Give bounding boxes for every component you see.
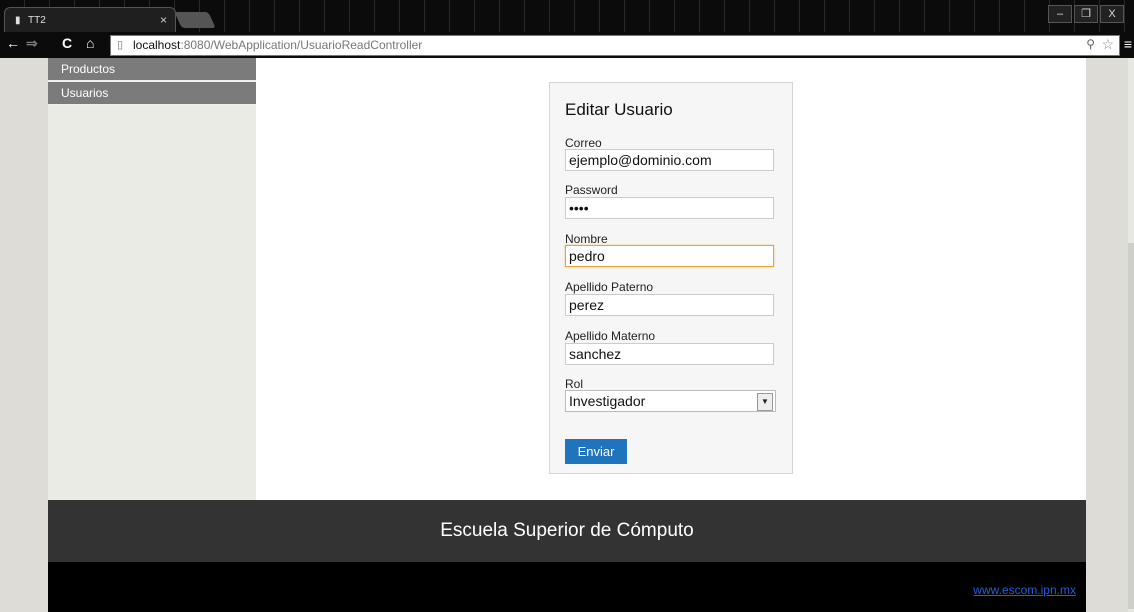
maximize-button[interactable]: ❐ [1074,5,1098,23]
sidebar-item-productos[interactable]: Productos [48,58,256,82]
tab-title: TT2 [28,15,46,26]
sidebar-item-usuarios[interactable]: Usuarios [48,82,256,106]
rol-selected-value: Investigador [569,393,646,409]
zoom-icon[interactable]: ⚲ [1086,37,1095,51]
new-tab-button[interactable] [174,12,216,28]
chevron-down-icon[interactable]: ▼ [757,393,773,411]
browser-toolbar: ← ⇒ C ⌂ ▯ localhost:8080/WebApplication/… [0,32,1134,58]
url-host: localhost [133,38,181,52]
scrollbar[interactable] [1128,58,1134,612]
reload-icon[interactable]: C [62,35,72,51]
back-icon[interactable]: ← [6,35,20,51]
apellido-materno-input[interactable]: sanchez [565,343,774,365]
enviar-button[interactable]: Enviar [565,439,627,464]
footer-title: Escuela Superior de Cómputo [440,520,694,541]
browser-tab[interactable]: ▮ TT2 × [4,7,176,33]
rol-select[interactable]: Investigador ▼ [565,390,776,412]
bookmark-star-icon[interactable]: ☆ [1101,36,1114,53]
page-icon: ▯ [117,39,124,51]
apellido-materno-label: Apellido Materno [565,329,656,343]
nombre-label: Nombre [565,232,608,246]
window-controls: – ❐ X [1048,5,1124,23]
page-icon: ▮ [15,15,21,26]
form-title: Editar Usuario [565,100,673,119]
url-path: :8080/WebApplication/UsuarioReadControll… [180,38,423,52]
password-input[interactable]: •••• [565,197,774,219]
tab-close-icon[interactable]: × [160,13,167,27]
forward-icon[interactable]: ⇒ [26,35,38,52]
browser-tabstrip: ▮ TT2 × – ❐ X [0,0,1134,33]
home-icon[interactable]: ⌂ [86,35,94,51]
footer-bottom: www.escom.ipn.mx [48,562,1086,612]
apellido-paterno-label: Apellido Paterno [565,280,654,294]
rol-label: Rol [565,377,584,391]
nombre-input[interactable]: pedro [565,245,774,267]
footer-banner: Escuela Superior de Cómputo [48,500,1086,562]
footer-link[interactable]: www.escom.ipn.mx [973,583,1076,597]
minimize-button[interactable]: – [1048,5,1072,23]
edit-user-form: Editar Usuario Correo ejemplo@dominio.co… [549,82,793,474]
address-bar[interactable]: ▯ localhost:8080/WebApplication/UsuarioR… [110,35,1120,56]
correo-input[interactable]: ejemplo@dominio.com [565,149,774,171]
scrollbar-thumb[interactable] [1128,243,1134,609]
correo-label: Correo [565,136,602,150]
url-text: localhost:8080/WebApplication/UsuarioRea… [133,38,422,52]
browser-menu-icon[interactable]: ≡ [1124,36,1132,52]
close-window-button[interactable]: X [1100,5,1124,23]
password-label: Password [565,183,618,197]
sidebar: Productos Usuarios [48,58,256,500]
apellido-paterno-input[interactable]: perez [565,294,774,316]
